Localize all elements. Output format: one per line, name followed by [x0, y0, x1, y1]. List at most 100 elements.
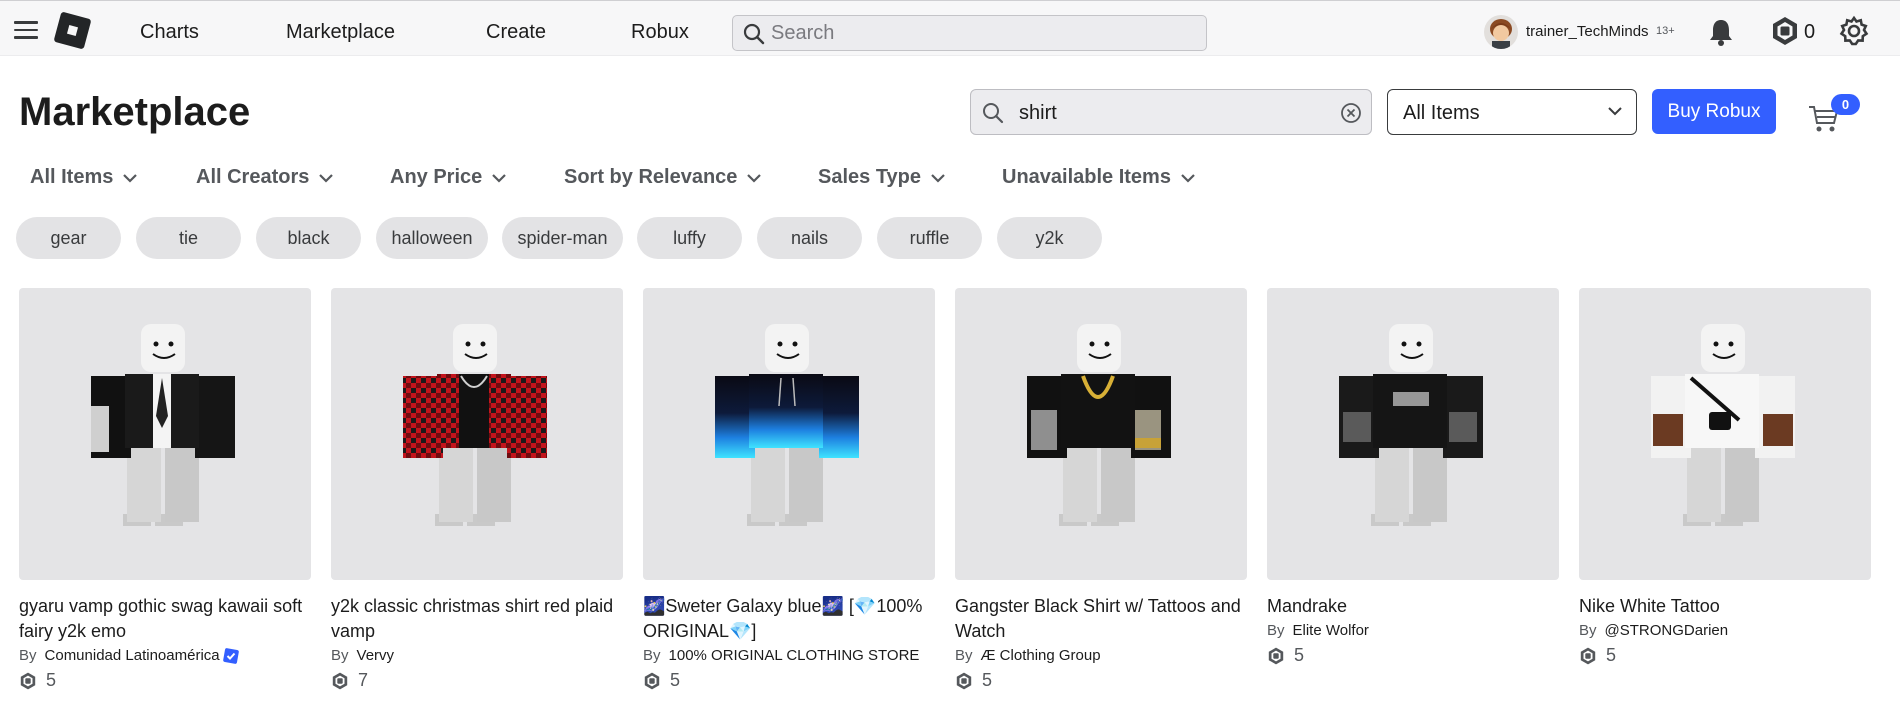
- item-thumbnail[interactable]: [19, 288, 311, 580]
- item-name[interactable]: 🌌Sweter Galaxy blue🌌 [💎100% ORIGINAL💎]: [643, 594, 935, 644]
- global-search-box[interactable]: [732, 15, 1207, 51]
- item-card[interactable]: Nike White Tattoo By @STRONGDarien 5: [1579, 288, 1871, 666]
- category-dropdown[interactable]: All Items: [1387, 89, 1637, 135]
- item-card[interactable]: gyaru vamp gothic swag kawaii soft fairy…: [19, 288, 311, 691]
- item-card[interactable]: 🌌Sweter Galaxy blue🌌 [💎100% ORIGINAL💎] B…: [643, 288, 935, 691]
- filter-label: Unavailable Items: [1002, 166, 1171, 188]
- item-creator: By Æ Clothing Group: [955, 647, 1247, 664]
- filter-label: All Items: [30, 166, 114, 188]
- creator-name[interactable]: Comunidad Latinoamérica: [45, 647, 220, 664]
- creator-name[interactable]: Æ Clothing Group: [981, 647, 1101, 664]
- filter-label: Sales Type: [818, 166, 922, 188]
- robux-icon: [1268, 647, 1284, 664]
- by-label: By: [19, 647, 37, 664]
- item-price: 5: [955, 670, 1247, 691]
- avatar[interactable]: [1484, 15, 1518, 49]
- chip-gear[interactable]: gear: [16, 217, 121, 259]
- marketplace-search-box[interactable]: shirt: [970, 89, 1372, 135]
- robux-balance[interactable]: 0: [1804, 21, 1815, 44]
- username[interactable]: trainer_TechMinds: [1526, 23, 1649, 40]
- chip-ruffle[interactable]: ruffle: [877, 217, 982, 259]
- item-creator: By 100% ORIGINAL CLOTHING STORE: [643, 647, 935, 664]
- creator-name[interactable]: 100% ORIGINAL CLOTHING STORE: [669, 647, 920, 664]
- top-navigation-bar: Charts Marketplace Create Robux trainer_…: [0, 0, 1900, 56]
- bell-icon[interactable]: [1706, 17, 1736, 47]
- item-name[interactable]: Nike White Tattoo: [1579, 594, 1871, 619]
- item-thumbnail[interactable]: [643, 288, 935, 580]
- price-value: 5: [982, 670, 993, 690]
- filter-any-price[interactable]: Any Price: [390, 166, 507, 189]
- item-card[interactable]: Gangster Black Shirt w/ Tattoos and Watc…: [955, 288, 1247, 691]
- roblox-logo[interactable]: [53, 11, 92, 50]
- chevron-down-icon: [492, 173, 507, 183]
- search-icon: [983, 103, 1004, 124]
- item-price: 5: [19, 670, 311, 691]
- chip-nails[interactable]: nails: [757, 217, 862, 259]
- item-creator: By Vervy: [331, 647, 623, 664]
- age-badge: 13+: [1656, 25, 1675, 37]
- by-label: By: [1579, 622, 1597, 639]
- item-price: 5: [1267, 645, 1559, 666]
- price-value: 5: [46, 670, 57, 690]
- item-thumbnail[interactable]: [955, 288, 1247, 580]
- item-thumbnail[interactable]: [1579, 288, 1871, 580]
- item-creator: By Comunidad Latinoamérica: [19, 647, 311, 664]
- item-card[interactable]: Mandrake By Elite Wolfor 5: [1267, 288, 1559, 666]
- creator-name[interactable]: @STRONGDarien: [1605, 622, 1729, 639]
- item-name[interactable]: gyaru vamp gothic swag kawaii soft fairy…: [19, 594, 311, 644]
- chip-y2k[interactable]: y2k: [997, 217, 1102, 259]
- item-thumbnail[interactable]: [1267, 288, 1559, 580]
- cart-count-badge: 0: [1831, 94, 1860, 115]
- filter-unavailable-items[interactable]: Unavailable Items: [1002, 166, 1195, 189]
- item-thumbnail[interactable]: [331, 288, 623, 580]
- chip-tie[interactable]: tie: [136, 217, 241, 259]
- chip-spider-man[interactable]: spider-man: [502, 217, 623, 259]
- item-name[interactable]: y2k classic christmas shirt red plaid va…: [331, 594, 623, 644]
- chip-luffy[interactable]: luffy: [637, 217, 742, 259]
- nav-create[interactable]: Create: [486, 21, 546, 44]
- robux-icon: [644, 672, 660, 689]
- robux-icon: [956, 672, 972, 689]
- nav-charts[interactable]: Charts: [140, 21, 199, 44]
- marketplace-search-input[interactable]: shirt: [1019, 102, 1057, 125]
- chip-halloween[interactable]: halloween: [376, 217, 488, 259]
- price-value: 5: [1606, 645, 1617, 665]
- robux-icon: [20, 672, 36, 689]
- item-creator: By Elite Wolfor: [1267, 622, 1559, 639]
- price-value: 5: [1294, 645, 1305, 665]
- item-price: 5: [643, 670, 935, 691]
- filter-all-creators[interactable]: All Creators: [196, 166, 334, 189]
- chevron-down-icon: [747, 173, 762, 183]
- filter-sales-type[interactable]: Sales Type: [818, 166, 945, 189]
- item-name[interactable]: Mandrake: [1267, 594, 1559, 619]
- nav-robux[interactable]: Robux: [631, 21, 689, 44]
- price-value: 5: [670, 670, 681, 690]
- chevron-down-icon: [1608, 107, 1622, 116]
- filter-label: All Creators: [196, 166, 310, 188]
- chevron-down-icon: [931, 173, 945, 183]
- filter-label: Sort by Relevance: [564, 166, 738, 188]
- filter-all-items[interactable]: All Items: [30, 166, 138, 189]
- clear-icon[interactable]: [1340, 102, 1362, 124]
- verified-badge-icon: [222, 647, 239, 664]
- nav-marketplace[interactable]: Marketplace: [286, 21, 395, 44]
- creator-name[interactable]: Elite Wolfor: [1293, 622, 1369, 639]
- by-label: By: [1267, 622, 1285, 639]
- creator-name[interactable]: Vervy: [357, 647, 395, 664]
- by-label: By: [643, 647, 661, 664]
- item-card[interactable]: y2k classic christmas shirt red plaid va…: [331, 288, 623, 691]
- global-search-input[interactable]: [771, 16, 1191, 50]
- filter-sort-by[interactable]: Sort by Relevance: [564, 166, 762, 189]
- item-name[interactable]: Gangster Black Shirt w/ Tattoos and Watc…: [955, 594, 1247, 644]
- robux-icon: [1580, 647, 1596, 664]
- by-label: By: [331, 647, 349, 664]
- category-dropdown-value: All Items: [1403, 102, 1480, 124]
- chip-black[interactable]: black: [256, 217, 361, 259]
- chevron-down-icon: [123, 173, 138, 183]
- hamburger-icon[interactable]: [14, 21, 38, 39]
- buy-robux-button[interactable]: Buy Robux: [1652, 89, 1776, 134]
- search-icon: [743, 23, 765, 45]
- robux-icon[interactable]: [1770, 16, 1800, 46]
- gear-icon[interactable]: [1838, 15, 1870, 47]
- page-title: Marketplace: [19, 90, 251, 134]
